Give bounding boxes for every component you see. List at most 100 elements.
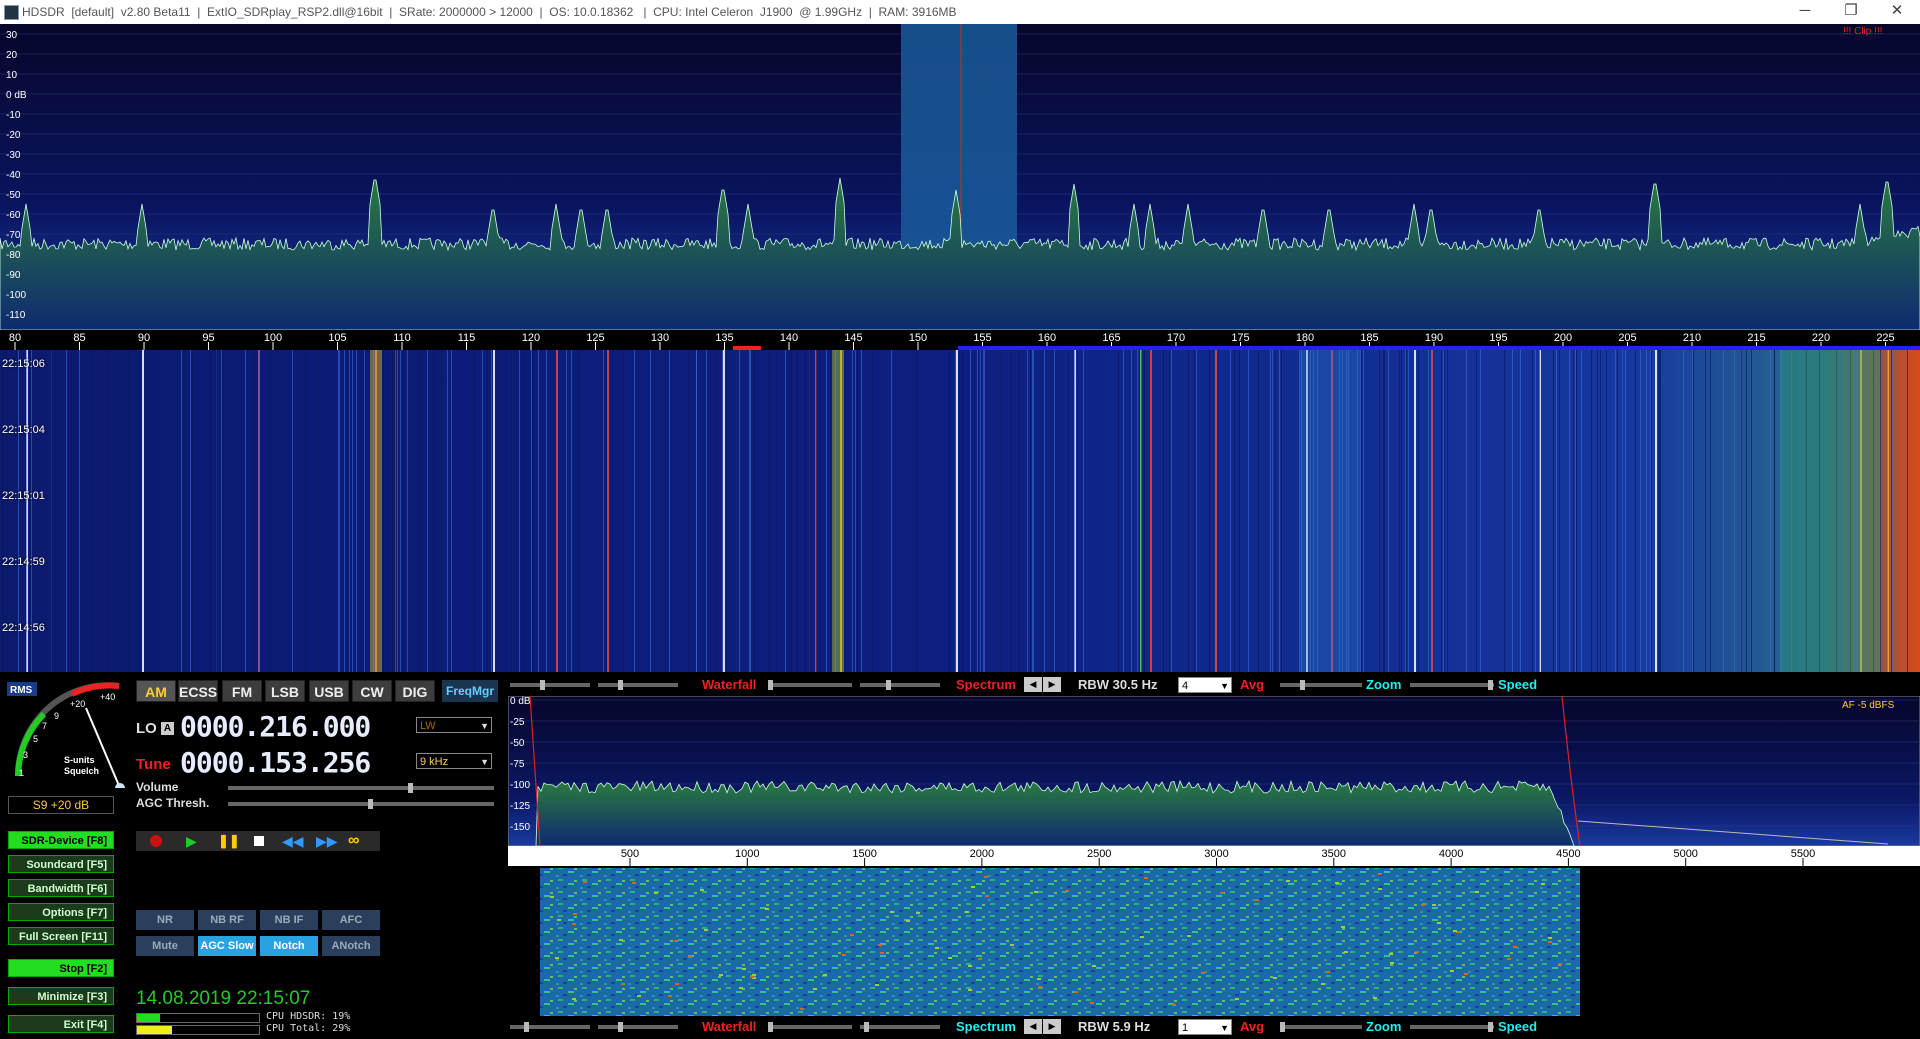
db-label: 20 — [6, 50, 18, 61]
anotch-button[interactable]: ANotch — [322, 936, 380, 956]
waterfall-streak — [1658, 350, 1659, 672]
af-waterfall-speck — [674, 940, 678, 942]
exit-button[interactable]: Exit [F4] — [8, 1015, 114, 1033]
freqmgr-button[interactable]: FreqMgr — [442, 680, 498, 702]
mode-lsb-button[interactable]: LSB — [265, 680, 305, 702]
af-waterfall-slider-1[interactable] — [510, 1022, 590, 1032]
rf-frequency-scale[interactable]: 80 85 90 95 100 105 110 115 120 125 130 135 140 145 15… — [0, 330, 1920, 350]
af-waterfall[interactable] — [508, 866, 1920, 1016]
af-frequency-label: 5000 — [1673, 848, 1697, 860]
rf-waterfall-slider-2[interactable] — [598, 680, 678, 690]
lo-a-badge[interactable]: A — [161, 722, 174, 735]
rf-zoom-slider[interactable] — [1280, 680, 1362, 690]
waterfall-streak — [571, 350, 572, 672]
af-waterfall-speck — [1453, 930, 1457, 932]
rbw-left-arrow-icon[interactable]: ◀ — [1024, 677, 1042, 692]
waterfall-carrier — [1215, 350, 1217, 672]
waterfall-streak — [1907, 350, 1908, 672]
frequency-label: 120 — [522, 332, 540, 344]
agc-thresh-knob[interactable] — [368, 799, 373, 809]
waterfall-streak — [1234, 350, 1235, 672]
agc-thresh-slider[interactable] — [228, 799, 494, 809]
agc-slow-button[interactable]: AGC Slow — [198, 936, 256, 956]
close-button[interactable]: ✕ — [1874, 0, 1920, 24]
nb-if-button[interactable]: NB IF — [260, 910, 318, 930]
waterfall-streak — [487, 350, 488, 672]
af-db-label: -100 — [510, 780, 530, 791]
mode-ecss-button[interactable]: ECSS — [178, 680, 218, 702]
waterfall-streak — [1196, 350, 1197, 672]
waterfall-streak — [474, 350, 475, 672]
rms-label[interactable]: RMS — [10, 685, 33, 696]
af-waterfall-speck — [654, 892, 658, 894]
full-screen-button[interactable]: Full Screen [F11] — [8, 927, 114, 945]
rewind-icon[interactable]: ◀◀ — [282, 832, 304, 850]
waterfall-streak — [1705, 350, 1706, 672]
options-button[interactable]: Options [F7] — [8, 903, 114, 921]
bandwidth-select[interactable]: 9 kHz ▼ — [416, 753, 492, 769]
rf-avg-select[interactable]: 4 ▼ — [1178, 677, 1232, 693]
sdr-device-button[interactable]: SDR-Device [F8] — [8, 831, 114, 849]
afc-button[interactable]: AFC — [322, 910, 380, 930]
pause-icon[interactable]: ❚❚ — [218, 833, 240, 849]
fast-forward-icon[interactable]: ▶▶ — [316, 832, 338, 850]
waterfall-signal-band — [832, 350, 844, 672]
rf-waterfall[interactable] — [0, 350, 1920, 672]
notch-button[interactable]: Notch — [260, 936, 318, 956]
volume-knob[interactable] — [408, 783, 413, 793]
waterfall-streak — [1651, 350, 1652, 672]
rf-speed-slider[interactable] — [1410, 680, 1494, 690]
af-waterfall-speck — [968, 965, 972, 967]
s-scale-label: 5 — [33, 734, 38, 744]
lo-frequency[interactable]: 0000.216.000 — [180, 710, 371, 743]
mode-cw-button[interactable]: CW — [352, 680, 392, 702]
rf-spectrum-slider-1[interactable] — [768, 680, 852, 690]
stop-icon[interactable] — [254, 836, 264, 846]
mode-am-button[interactable]: AM — [136, 680, 176, 702]
minimize-button[interactable]: ─ — [1782, 0, 1828, 24]
waterfall-streak — [855, 350, 856, 672]
rf-spectrum-display[interactable]: 30 20 10 0 dB -10 -20 -30 -40 -50 -60 -70 -80 -90 -10… — [0, 24, 1920, 330]
record-icon[interactable] — [150, 835, 162, 847]
nr-button[interactable]: NR — [136, 910, 194, 930]
mute-button[interactable]: Mute — [136, 936, 194, 956]
play-icon[interactable]: ▶ — [186, 833, 197, 849]
af-spectrum-slider-1[interactable] — [768, 1022, 852, 1032]
waterfall-streak — [1617, 350, 1618, 672]
mode-fm-button[interactable]: FM — [222, 680, 262, 702]
squelch-label[interactable]: Squelch — [64, 766, 99, 776]
waterfall-streak — [364, 350, 365, 672]
af-rbw-right-arrow-icon[interactable]: ▶ — [1043, 1019, 1061, 1034]
af-avg-select[interactable]: 1 ▼ — [1178, 1019, 1232, 1035]
band-select[interactable]: LW ▼ — [416, 717, 492, 733]
af-spectrum-slider-2[interactable] — [860, 1022, 940, 1032]
af-spectrum-display[interactable]: 0 dB -25 -50 -75 -100 -125 -150 AF -5 dBFS — [508, 696, 1920, 846]
nb-rf-button[interactable]: NB RF — [198, 910, 256, 930]
af-zoom-slider[interactable] — [1280, 1022, 1362, 1032]
af-waterfall-speck — [550, 896, 554, 898]
waterfall-streak — [845, 350, 846, 672]
rf-spectrum-slider-2[interactable] — [860, 680, 940, 690]
af-frequency-scale[interactable]: 500 1000 1500 2000 2500 3000 3500 4000 4500 5000 5… — [508, 846, 1920, 866]
af-speed-slider[interactable] — [1410, 1022, 1494, 1032]
af-rbw-left-arrow-icon[interactable]: ◀ — [1024, 1019, 1042, 1034]
restore-button[interactable]: ❐ — [1828, 0, 1874, 24]
af-waterfall-slider-2[interactable] — [598, 1022, 678, 1032]
rbw-right-arrow-icon[interactable]: ▶ — [1043, 677, 1061, 692]
stop-button[interactable]: Stop [F2] — [8, 959, 114, 977]
loop-icon[interactable]: ∞ — [348, 831, 359, 851]
minimize-app-button[interactable]: Minimize [F3] — [8, 987, 114, 1005]
waterfall-streak — [959, 350, 960, 672]
volume-slider[interactable] — [228, 783, 494, 793]
soundcard-button[interactable]: Soundcard [F5] — [8, 855, 114, 873]
bandwidth-button[interactable]: Bandwidth [F6] — [8, 879, 114, 897]
tune-frequency[interactable]: 0000.153.256 — [180, 746, 371, 779]
frequency-label: 185 — [1360, 332, 1378, 344]
waterfall-streak — [1209, 350, 1210, 672]
waterfall-streak — [388, 350, 389, 672]
waterfall-streak — [383, 350, 384, 672]
waterfall-streak — [1131, 350, 1132, 672]
rf-waterfall-slider-1[interactable] — [510, 680, 590, 690]
mode-dig-button[interactable]: DIG — [395, 680, 435, 702]
mode-usb-button[interactable]: USB — [309, 680, 349, 702]
